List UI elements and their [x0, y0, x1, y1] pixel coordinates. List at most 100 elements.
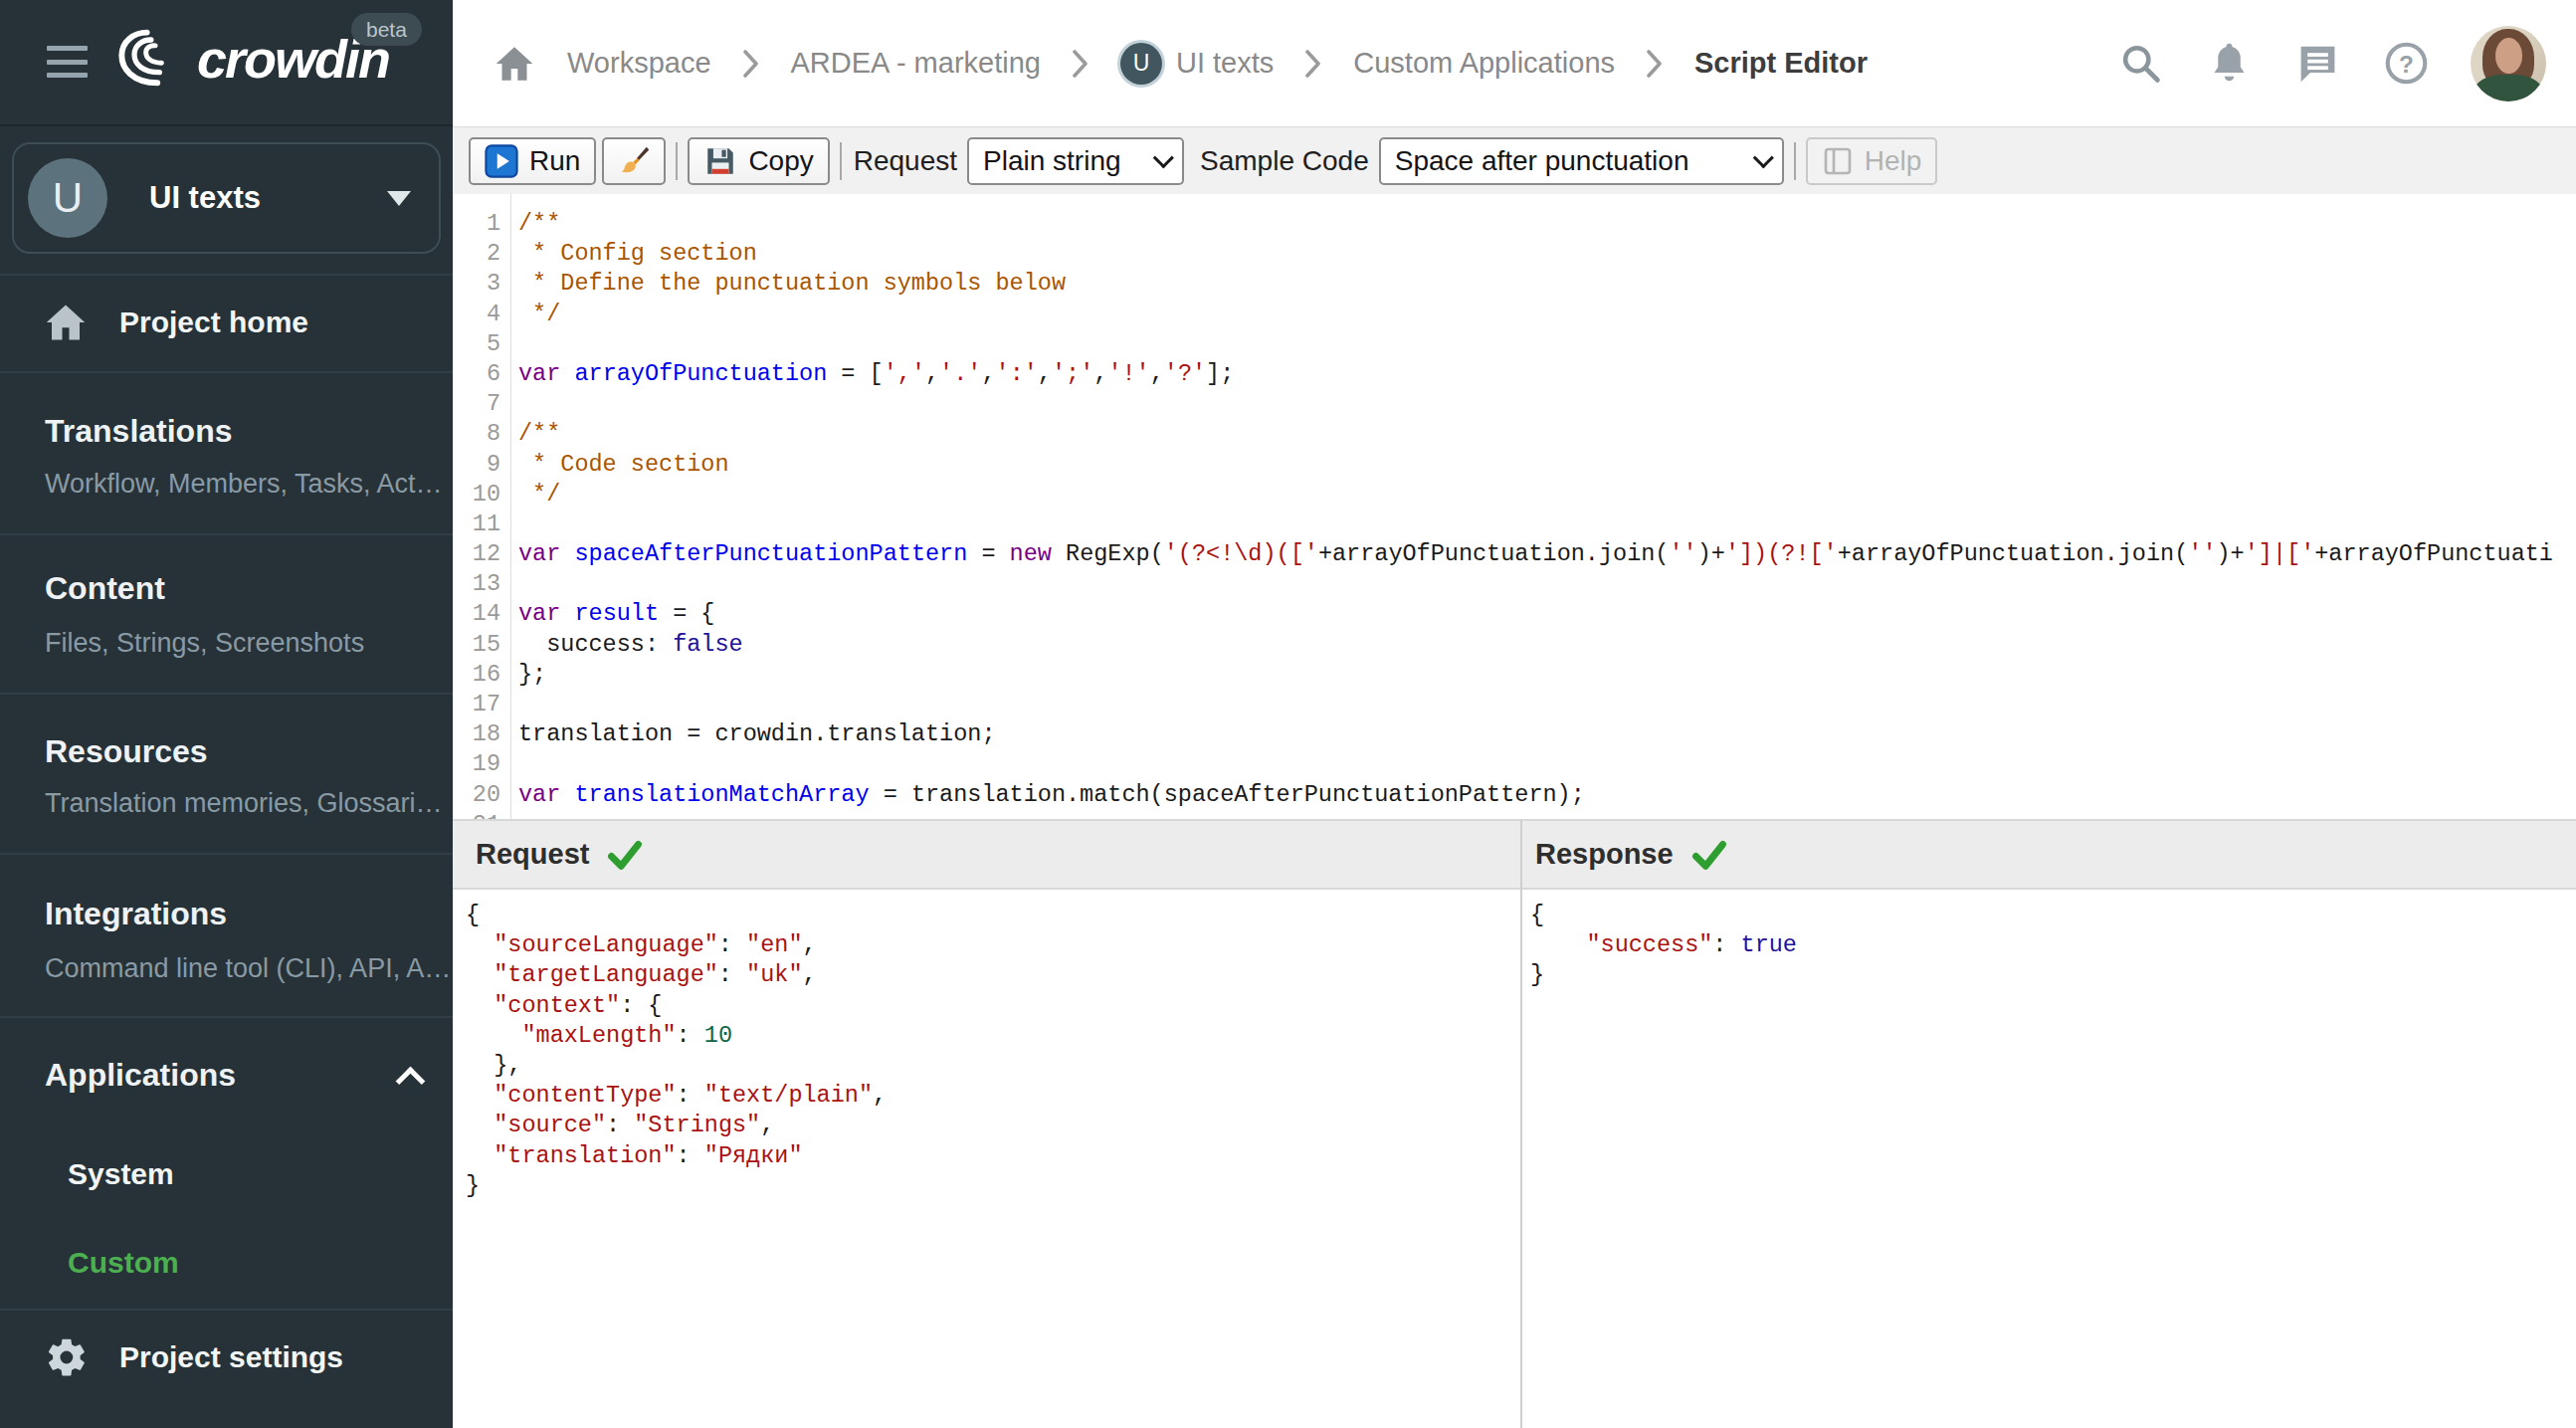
brush-icon [617, 144, 651, 178]
home-icon [45, 303, 87, 342]
user-avatar[interactable] [2471, 26, 2546, 102]
sidebar-item-project-home[interactable]: Project home [0, 298, 453, 347]
sidebar-item-applications[interactable]: Applications [45, 1057, 236, 1094]
divider [840, 142, 842, 180]
request-response-bar: Request Response [453, 819, 2576, 890]
sample-code-label: Sample Code [1200, 145, 1369, 177]
chevron-down-icon [387, 191, 411, 206]
notifications-bell-icon[interactable] [2207, 41, 2252, 86]
format-button[interactable] [602, 137, 666, 185]
project-switcher[interactable]: U UI texts [12, 142, 441, 254]
messages-icon[interactable] [2295, 41, 2340, 86]
line-number: 17 [453, 690, 500, 719]
code-editor[interactable]: 1/**2 * Config section3 * Define the pun… [453, 194, 2576, 819]
project-avatar: U [28, 158, 107, 238]
chevron-right-icon [1073, 50, 1089, 78]
code-line: 7 [453, 389, 2576, 419]
line-number: 4 [453, 300, 500, 329]
breadcrumb-custom-applications[interactable]: Custom Applications [1353, 47, 1615, 80]
line-number: 21 [453, 810, 500, 819]
help-button[interactable]: Help [1806, 137, 1938, 185]
code-line: 2 * Config section [453, 239, 2576, 269]
chevron-up-icon[interactable] [398, 1065, 422, 1089]
code-line: 21 [453, 810, 2576, 819]
request-panel-title: Request [476, 838, 589, 871]
line-number: 13 [453, 569, 500, 599]
line-number: 11 [453, 510, 500, 539]
divider [676, 142, 678, 180]
sidebar-item-integrations[interactable]: Integrations [45, 896, 227, 932]
chevron-right-icon [1305, 50, 1321, 78]
code-line: } [466, 1171, 1518, 1201]
code-line: "context": { [466, 991, 1518, 1021]
sidebar-item-label: Project settings [119, 1340, 343, 1374]
search-icon[interactable] [2118, 41, 2163, 86]
code-line: } [1530, 960, 2576, 990]
play-icon [485, 144, 518, 178]
line-number: 10 [453, 480, 500, 510]
sidebar-item-project-settings[interactable]: Project settings [0, 1332, 453, 1382]
breadcrumb-workspace[interactable]: Workspace [567, 47, 711, 80]
code-line: 19 [453, 749, 2576, 779]
divider [0, 853, 453, 855]
request-type-label: Request [854, 145, 957, 177]
sidebar-item-system[interactable]: System [68, 1157, 174, 1191]
menu-hamburger-icon[interactable] [47, 46, 88, 78]
response-panel-title: Response [1535, 838, 1674, 871]
code-line: 12var spaceAfterPunctuationPattern = new… [453, 539, 2576, 569]
run-button[interactable]: Run [469, 137, 596, 185]
copy-button[interactable]: Copy [688, 137, 829, 185]
code-line: "maxLength": 10 [466, 1021, 1518, 1051]
sidebar-item-subtitle: Translation memories, Glossari… [45, 788, 443, 819]
divider [0, 1309, 453, 1311]
line-number: 12 [453, 539, 500, 569]
code-line: 8/** [453, 419, 2576, 449]
divider [0, 371, 453, 373]
request-json-panel[interactable]: { "sourceLanguage": "en", "targetLanguag… [453, 890, 1518, 1428]
code-line: "contentType": "text/plain", [466, 1081, 1518, 1111]
code-line: "targetLanguage": "uk", [466, 960, 1518, 990]
save-icon [703, 144, 737, 178]
code-line: { [466, 901, 1518, 930]
line-number: 2 [453, 239, 500, 269]
crowdin-logo[interactable]: crowdin [115, 26, 389, 92]
script-toolbar: Run Copy Request Plain string [453, 126, 2576, 194]
sidebar-item-label: Project home [119, 306, 308, 339]
code-line: 3 * Define the punctuation symbols below [453, 269, 2576, 299]
line-number: 7 [453, 389, 500, 419]
sidebar-item-resources[interactable]: Resources [45, 733, 208, 770]
home-icon[interactable] [495, 45, 534, 83]
line-number: 6 [453, 359, 500, 389]
chevron-down-icon [1153, 147, 1174, 168]
help-icon[interactable]: ? [2384, 41, 2429, 86]
sidebar-item-content[interactable]: Content [45, 570, 165, 607]
line-number: 3 [453, 269, 500, 299]
code-line: 15 success: false [453, 630, 2576, 660]
code-line: 5 [453, 329, 2576, 359]
chevron-right-icon [1647, 50, 1663, 78]
code-line: 6var arrayOfPunctuation = [',','.',':','… [453, 359, 2576, 389]
line-number: 1 [453, 209, 500, 239]
code-line: "source": "Strings", [466, 1111, 1518, 1140]
breadcrumb-current: Script Editor [1694, 47, 1868, 80]
divider [0, 533, 453, 535]
sample-code-select[interactable]: Space after punctuation [1379, 137, 1784, 185]
line-number: 14 [453, 599, 500, 629]
code-line: "translation": "Рядки" [466, 1141, 1518, 1171]
divider [0, 693, 453, 695]
success-check-icon [1691, 838, 1727, 872]
sidebar: crowdin beta U UI texts Project home Tra… [0, 0, 453, 1428]
crowdin-logo-icon [115, 26, 191, 92]
request-type-select[interactable]: Plain string [967, 137, 1184, 185]
line-number: 5 [453, 329, 500, 359]
line-number: 16 [453, 660, 500, 690]
breadcrumb-organization[interactable]: ARDEA - marketing [791, 47, 1041, 80]
response-json-panel[interactable]: { "success": true} [1522, 890, 2576, 1428]
divider [0, 124, 453, 126]
sidebar-item-custom[interactable]: Custom [68, 1246, 179, 1280]
chevron-down-icon [1752, 147, 1773, 168]
top-header: Workspace ARDEA - marketing U UI texts C… [453, 0, 2576, 126]
breadcrumb-project[interactable]: U UI texts [1120, 43, 1274, 85]
code-line: 20var translationMatchArray = translatio… [453, 780, 2576, 810]
sidebar-item-translations[interactable]: Translations [45, 413, 233, 450]
